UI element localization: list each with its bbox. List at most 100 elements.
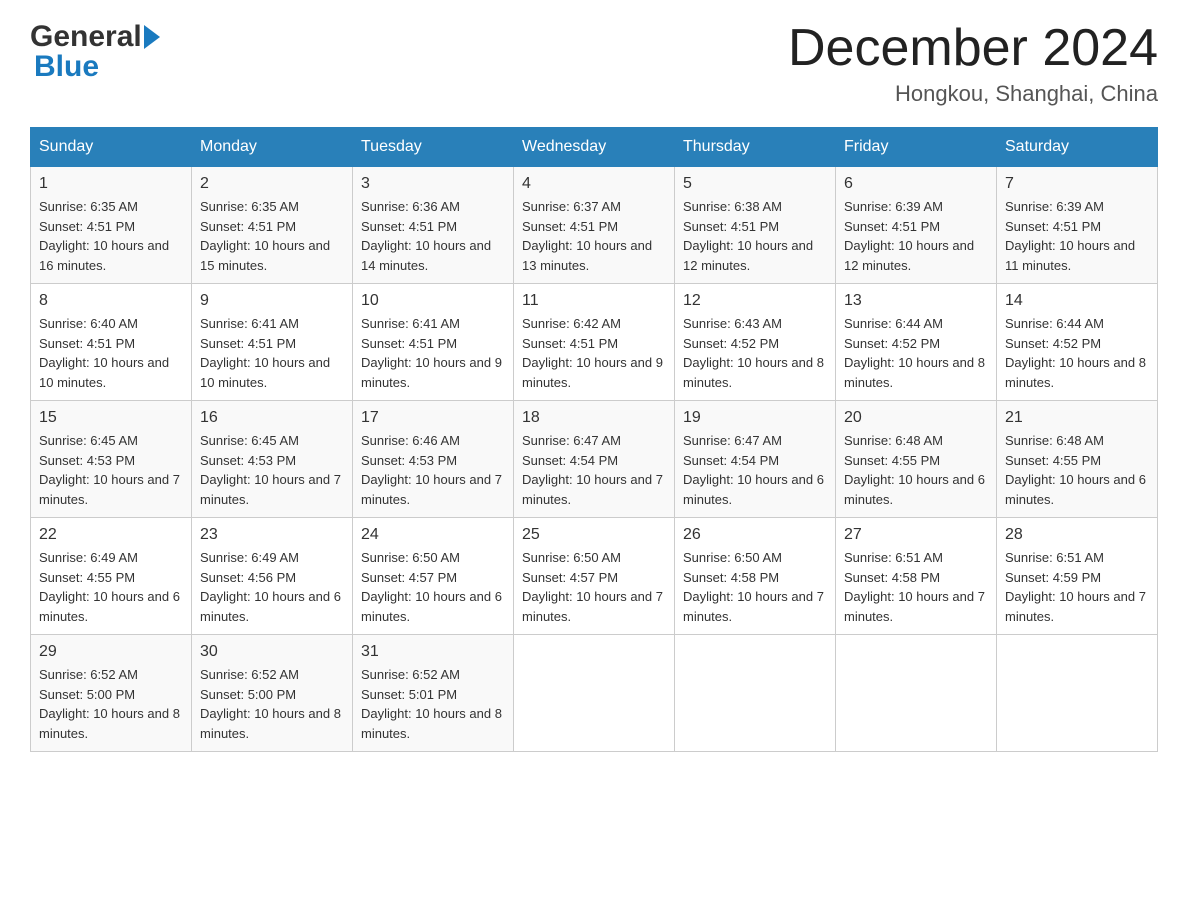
sunrise-label: Sunrise: 6:43 AM (683, 316, 782, 331)
day-number: 31 (361, 643, 505, 661)
day-info: Sunrise: 6:47 AM Sunset: 4:54 PM Dayligh… (522, 431, 666, 509)
sunset-label: Sunset: 4:53 PM (39, 453, 135, 468)
sunset-label: Sunset: 4:54 PM (522, 453, 618, 468)
calendar-cell: 7 Sunrise: 6:39 AM Sunset: 4:51 PM Dayli… (997, 167, 1158, 284)
sunrise-label: Sunrise: 6:52 AM (39, 667, 138, 682)
sunrise-label: Sunrise: 6:44 AM (844, 316, 943, 331)
day-info: Sunrise: 6:50 AM Sunset: 4:58 PM Dayligh… (683, 548, 827, 626)
day-info: Sunrise: 6:52 AM Sunset: 5:00 PM Dayligh… (39, 665, 183, 743)
daylight-label: Daylight: 10 hours and 8 minutes. (200, 706, 341, 741)
day-number: 7 (1005, 175, 1149, 193)
daylight-label: Daylight: 10 hours and 7 minutes. (844, 589, 985, 624)
sunset-label: Sunset: 4:51 PM (200, 336, 296, 351)
calendar-cell: 14 Sunrise: 6:44 AM Sunset: 4:52 PM Dayl… (997, 284, 1158, 401)
daylight-label: Daylight: 10 hours and 6 minutes. (1005, 472, 1146, 507)
day-number: 3 (361, 175, 505, 193)
sunset-label: Sunset: 4:57 PM (522, 570, 618, 585)
calendar-cell: 20 Sunrise: 6:48 AM Sunset: 4:55 PM Dayl… (836, 401, 997, 518)
calendar-cell (836, 635, 997, 752)
calendar-cell (514, 635, 675, 752)
sunrise-label: Sunrise: 6:45 AM (39, 433, 138, 448)
day-info: Sunrise: 6:45 AM Sunset: 4:53 PM Dayligh… (200, 431, 344, 509)
daylight-label: Daylight: 10 hours and 11 minutes. (1005, 238, 1135, 273)
calendar-cell: 4 Sunrise: 6:37 AM Sunset: 4:51 PM Dayli… (514, 167, 675, 284)
sunrise-label: Sunrise: 6:38 AM (683, 199, 782, 214)
day-info: Sunrise: 6:52 AM Sunset: 5:01 PM Dayligh… (361, 665, 505, 743)
logo-arrow-icon (144, 25, 160, 49)
day-number: 29 (39, 643, 183, 661)
week-row-4: 22 Sunrise: 6:49 AM Sunset: 4:55 PM Dayl… (31, 518, 1158, 635)
sunset-label: Sunset: 4:51 PM (683, 219, 779, 234)
day-number: 8 (39, 292, 183, 310)
calendar-cell: 6 Sunrise: 6:39 AM Sunset: 4:51 PM Dayli… (836, 167, 997, 284)
sunrise-label: Sunrise: 6:41 AM (200, 316, 299, 331)
day-number: 24 (361, 526, 505, 544)
daylight-label: Daylight: 10 hours and 8 minutes. (683, 355, 824, 390)
day-info: Sunrise: 6:40 AM Sunset: 4:51 PM Dayligh… (39, 314, 183, 392)
sunset-label: Sunset: 5:01 PM (361, 687, 457, 702)
calendar-cell (997, 635, 1158, 752)
weekday-header-tuesday: Tuesday (353, 128, 514, 167)
sunset-label: Sunset: 4:51 PM (361, 336, 457, 351)
day-info: Sunrise: 6:47 AM Sunset: 4:54 PM Dayligh… (683, 431, 827, 509)
sunset-label: Sunset: 4:52 PM (1005, 336, 1101, 351)
week-row-3: 15 Sunrise: 6:45 AM Sunset: 4:53 PM Dayl… (31, 401, 1158, 518)
day-number: 5 (683, 175, 827, 193)
sunrise-label: Sunrise: 6:35 AM (39, 199, 138, 214)
calendar-cell: 17 Sunrise: 6:46 AM Sunset: 4:53 PM Dayl… (353, 401, 514, 518)
week-row-5: 29 Sunrise: 6:52 AM Sunset: 5:00 PM Dayl… (31, 635, 1158, 752)
day-number: 4 (522, 175, 666, 193)
daylight-label: Daylight: 10 hours and 8 minutes. (844, 355, 985, 390)
sunset-label: Sunset: 4:53 PM (361, 453, 457, 468)
daylight-label: Daylight: 10 hours and 7 minutes. (522, 589, 663, 624)
sunset-label: Sunset: 4:51 PM (361, 219, 457, 234)
day-number: 13 (844, 292, 988, 310)
weekday-header-monday: Monday (192, 128, 353, 167)
day-info: Sunrise: 6:37 AM Sunset: 4:51 PM Dayligh… (522, 197, 666, 275)
day-info: Sunrise: 6:41 AM Sunset: 4:51 PM Dayligh… (361, 314, 505, 392)
daylight-label: Daylight: 10 hours and 10 minutes. (39, 355, 169, 390)
location-title: Hongkou, Shanghai, China (788, 81, 1158, 107)
sunrise-label: Sunrise: 6:42 AM (522, 316, 621, 331)
sunset-label: Sunset: 4:58 PM (683, 570, 779, 585)
calendar-cell: 29 Sunrise: 6:52 AM Sunset: 5:00 PM Dayl… (31, 635, 192, 752)
day-number: 1 (39, 175, 183, 193)
daylight-label: Daylight: 10 hours and 7 minutes. (361, 472, 502, 507)
day-info: Sunrise: 6:50 AM Sunset: 4:57 PM Dayligh… (522, 548, 666, 626)
sunrise-label: Sunrise: 6:35 AM (200, 199, 299, 214)
sunset-label: Sunset: 4:52 PM (683, 336, 779, 351)
sunrise-label: Sunrise: 6:48 AM (844, 433, 943, 448)
day-info: Sunrise: 6:39 AM Sunset: 4:51 PM Dayligh… (844, 197, 988, 275)
day-info: Sunrise: 6:51 AM Sunset: 4:58 PM Dayligh… (844, 548, 988, 626)
day-info: Sunrise: 6:44 AM Sunset: 4:52 PM Dayligh… (844, 314, 988, 392)
sunset-label: Sunset: 4:52 PM (844, 336, 940, 351)
calendar-cell: 13 Sunrise: 6:44 AM Sunset: 4:52 PM Dayl… (836, 284, 997, 401)
sunset-label: Sunset: 4:51 PM (522, 336, 618, 351)
calendar-cell: 15 Sunrise: 6:45 AM Sunset: 4:53 PM Dayl… (31, 401, 192, 518)
logo: General Blue (30, 20, 160, 84)
sunset-label: Sunset: 4:58 PM (844, 570, 940, 585)
day-number: 2 (200, 175, 344, 193)
sunset-label: Sunset: 4:51 PM (844, 219, 940, 234)
weekday-header-friday: Friday (836, 128, 997, 167)
sunrise-label: Sunrise: 6:51 AM (844, 550, 943, 565)
calendar-cell: 28 Sunrise: 6:51 AM Sunset: 4:59 PM Dayl… (997, 518, 1158, 635)
daylight-label: Daylight: 10 hours and 6 minutes. (200, 589, 341, 624)
day-number: 6 (844, 175, 988, 193)
sunrise-label: Sunrise: 6:50 AM (683, 550, 782, 565)
calendar-cell: 19 Sunrise: 6:47 AM Sunset: 4:54 PM Dayl… (675, 401, 836, 518)
week-row-2: 8 Sunrise: 6:40 AM Sunset: 4:51 PM Dayli… (31, 284, 1158, 401)
calendar-cell: 1 Sunrise: 6:35 AM Sunset: 4:51 PM Dayli… (31, 167, 192, 284)
sunset-label: Sunset: 4:55 PM (1005, 453, 1101, 468)
calendar-cell: 27 Sunrise: 6:51 AM Sunset: 4:58 PM Dayl… (836, 518, 997, 635)
daylight-label: Daylight: 10 hours and 7 minutes. (39, 472, 180, 507)
logo-blue: Blue (34, 50, 99, 84)
calendar-cell: 26 Sunrise: 6:50 AM Sunset: 4:58 PM Dayl… (675, 518, 836, 635)
calendar-cell: 31 Sunrise: 6:52 AM Sunset: 5:01 PM Dayl… (353, 635, 514, 752)
day-info: Sunrise: 6:52 AM Sunset: 5:00 PM Dayligh… (200, 665, 344, 743)
daylight-label: Daylight: 10 hours and 6 minutes. (683, 472, 824, 507)
day-number: 28 (1005, 526, 1149, 544)
sunset-label: Sunset: 4:51 PM (522, 219, 618, 234)
daylight-label: Daylight: 10 hours and 14 minutes. (361, 238, 491, 273)
day-info: Sunrise: 6:49 AM Sunset: 4:56 PM Dayligh… (200, 548, 344, 626)
